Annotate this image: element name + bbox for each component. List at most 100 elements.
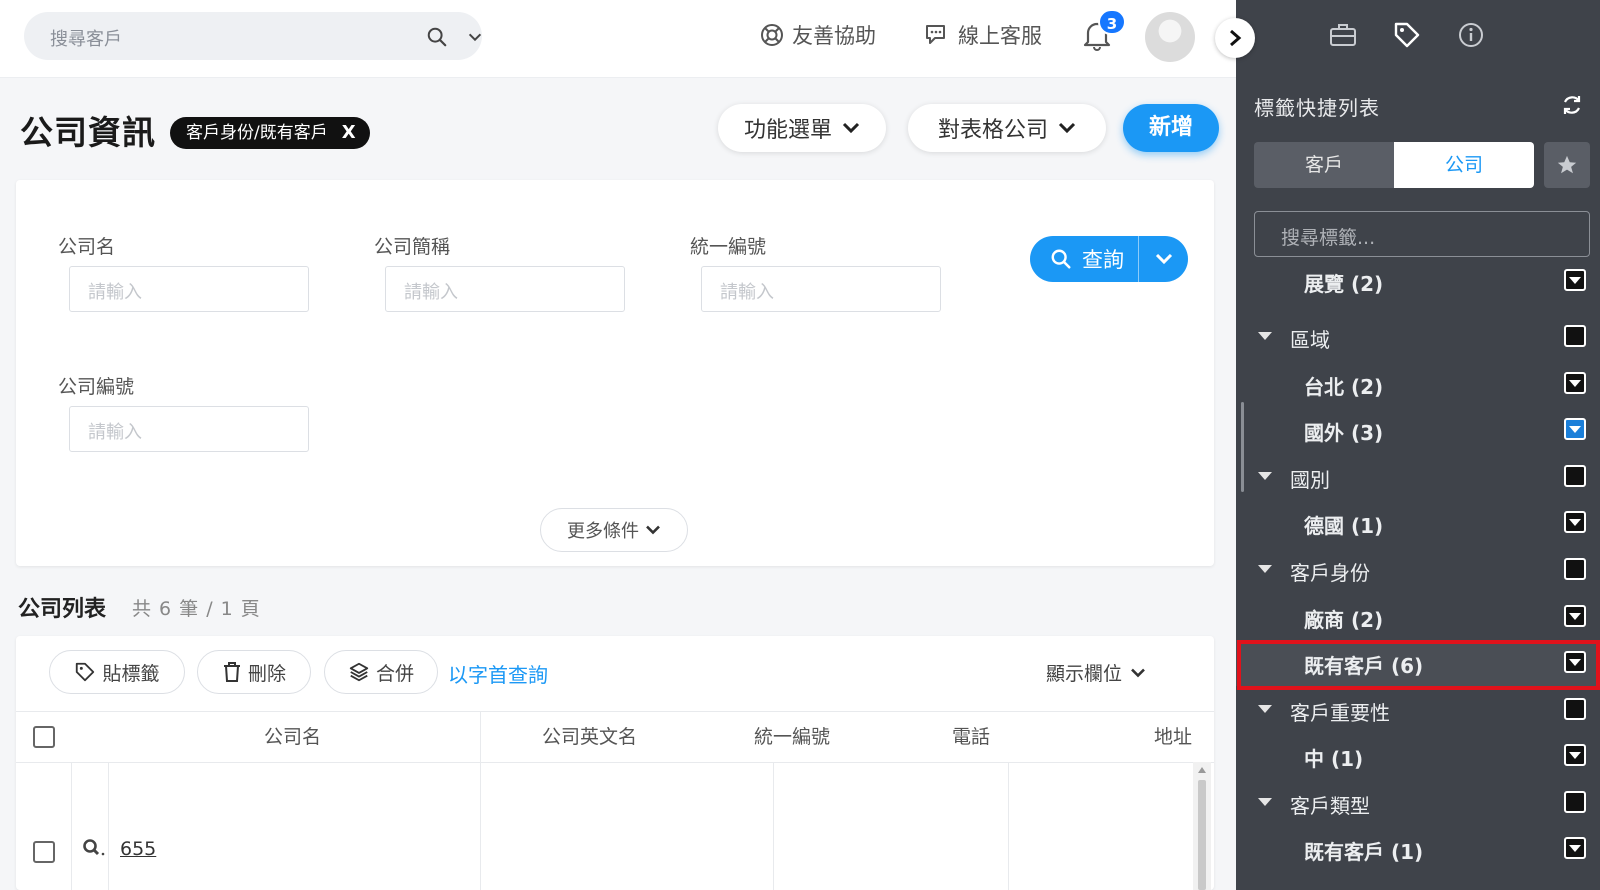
table-company-button[interactable]: 對表格公司 bbox=[908, 104, 1106, 152]
tag-label: 既有客戶 (6) bbox=[1304, 654, 1424, 678]
tag-category-customer-importance[interactable]: 客戶重要性 bbox=[1236, 687, 1600, 733]
caret-down-icon[interactable] bbox=[1258, 332, 1272, 340]
tag-label: 中 (1) bbox=[1304, 747, 1364, 771]
help-link[interactable]: 友善協助 bbox=[760, 20, 876, 50]
company-short-name-input[interactable]: 請輸入 bbox=[385, 266, 625, 312]
active-filter-chip[interactable]: 客戶身份/既有客戶 X bbox=[170, 117, 370, 149]
customer-search-placeholder: 搜尋客戶 bbox=[50, 29, 122, 50]
tag-icon[interactable] bbox=[1392, 20, 1422, 50]
table-header-bottom-divider bbox=[16, 762, 1214, 763]
tag-panel-scrollbar[interactable] bbox=[1241, 402, 1244, 492]
delete-button-label: 刪除 bbox=[247, 662, 286, 685]
column-header-english-name[interactable]: 公司英文名 bbox=[542, 722, 637, 749]
tag-category-label: 國別 bbox=[1290, 468, 1330, 492]
tag-category-country[interactable]: 國別 bbox=[1236, 454, 1600, 500]
tax-id-placeholder: 請輸入 bbox=[720, 282, 774, 303]
page-title: 公司資訊 bbox=[20, 113, 156, 152]
magnifier-icon[interactable] bbox=[82, 838, 106, 858]
caret-down-icon[interactable] bbox=[1258, 798, 1272, 806]
info-icon[interactable] bbox=[1456, 20, 1486, 50]
caret-down-icon[interactable] bbox=[1258, 472, 1272, 480]
column-header-tax-id[interactable]: 統一編號 bbox=[754, 722, 830, 749]
initial-query-link[interactable]: 以字首查詢 bbox=[448, 659, 548, 688]
avatar[interactable] bbox=[1145, 12, 1195, 62]
tag-category-customer-identity[interactable]: 客戶身份 bbox=[1236, 547, 1600, 593]
query-button[interactable]: 查詢 bbox=[1030, 244, 1138, 274]
chat-icon bbox=[926, 25, 945, 44]
delete-button[interactable]: 刪除 bbox=[197, 650, 311, 694]
column-header-address[interactable]: 地址 bbox=[1154, 722, 1192, 749]
company-name-input[interactable]: 請輸入 bbox=[69, 266, 309, 312]
collapse-panel-button[interactable] bbox=[1215, 18, 1255, 58]
tab-customer[interactable]: 客戶 bbox=[1254, 142, 1394, 188]
tag-checkbox[interactable] bbox=[1564, 372, 1586, 394]
tag-item-existing-customer[interactable]: 既有客戶 (6) bbox=[1236, 640, 1600, 686]
tag-category-checkbox[interactable] bbox=[1564, 791, 1586, 813]
tag-category-region[interactable]: 區域 bbox=[1236, 314, 1600, 360]
company-list-card bbox=[16, 636, 1214, 890]
tag-icon bbox=[76, 662, 95, 682]
company-number-label: 公司編號 bbox=[58, 376, 135, 398]
tag-checkbox[interactable] bbox=[1564, 651, 1586, 673]
filter-chip-close-icon[interactable]: X bbox=[342, 117, 356, 149]
tag-item-medium[interactable]: 中 (1) bbox=[1236, 733, 1600, 779]
more-conditions-button[interactable]: 更多條件 bbox=[540, 508, 688, 552]
company-number-input[interactable]: 請輸入 bbox=[69, 406, 309, 452]
tag-checkbox-checked[interactable] bbox=[1564, 418, 1586, 440]
show-columns-dropdown[interactable]: 顯示欄位 bbox=[1046, 659, 1146, 686]
tag-category-checkbox[interactable] bbox=[1564, 698, 1586, 720]
tag-item-overseas[interactable]: 國外 (3) bbox=[1236, 407, 1600, 453]
function-menu-button[interactable]: 功能選單 bbox=[718, 104, 886, 152]
tag-category-checkbox[interactable] bbox=[1564, 558, 1586, 580]
table-scrollbar[interactable] bbox=[1193, 762, 1211, 890]
query-options-dropdown[interactable] bbox=[1139, 252, 1188, 266]
search-icon[interactable] bbox=[426, 26, 448, 48]
tag-search-input[interactable]: 搜尋標籤... bbox=[1254, 211, 1590, 257]
tag-item-germany[interactable]: 德國 (1) bbox=[1236, 500, 1600, 546]
caret-down-icon[interactable] bbox=[1258, 565, 1272, 573]
tag-checkbox[interactable] bbox=[1564, 511, 1586, 533]
tab-company[interactable]: 公司 bbox=[1394, 142, 1534, 188]
tag-category-checkbox[interactable] bbox=[1564, 465, 1586, 487]
online-service-link[interactable]: 線上客服 bbox=[924, 20, 1042, 50]
tag-label: 台北 (2) bbox=[1304, 375, 1384, 399]
tag-button[interactable]: 貼標籤 bbox=[49, 650, 185, 694]
chevron-right-icon bbox=[1230, 29, 1242, 47]
refresh-icon[interactable] bbox=[1560, 93, 1584, 117]
column-header-phone[interactable]: 電話 bbox=[952, 722, 990, 749]
filter-chip-label: 客戶身份/既有客戶 bbox=[186, 123, 328, 143]
tag-category-checkbox[interactable] bbox=[1564, 325, 1586, 347]
table-scrollbar-thumb[interactable] bbox=[1198, 780, 1206, 890]
tag-checkbox[interactable] bbox=[1564, 605, 1586, 627]
customer-search-box[interactable]: 搜尋客戶 bbox=[24, 12, 482, 60]
scroll-up-icon[interactable] bbox=[1197, 766, 1207, 774]
more-conditions-label: 更多條件 bbox=[567, 521, 639, 542]
briefcase-icon[interactable] bbox=[1328, 20, 1358, 50]
row-checkbox[interactable] bbox=[33, 841, 55, 863]
caret-down-icon[interactable] bbox=[1258, 705, 1272, 713]
query-button-group: 查詢 bbox=[1030, 236, 1188, 282]
list-count: 共 6 筆 / 1 頁 bbox=[132, 598, 261, 620]
merge-button[interactable]: 合併 bbox=[324, 650, 438, 694]
company-name-link[interactable]: 655 bbox=[120, 838, 156, 860]
tag-item-vendor[interactable]: 廠商 (2) bbox=[1236, 594, 1600, 640]
tag-category-label: 客戶身份 bbox=[1290, 561, 1370, 585]
show-columns-label: 顯示欄位 bbox=[1046, 663, 1123, 685]
tag-category-customer-type[interactable]: 客戶類型 bbox=[1236, 780, 1600, 826]
tag-label: 展覽 (2) bbox=[1304, 272, 1384, 296]
tag-checkbox[interactable] bbox=[1564, 744, 1586, 766]
column-header-company-name[interactable]: 公司名 bbox=[264, 722, 321, 749]
tag-item-taipei[interactable]: 台北 (2) bbox=[1236, 361, 1600, 407]
company-short-name-label: 公司簡稱 bbox=[374, 236, 451, 258]
tag-checkbox[interactable] bbox=[1564, 269, 1586, 291]
chevron-down-icon[interactable] bbox=[466, 28, 484, 46]
tag-item-existing-customer-type[interactable]: 既有客戶 (1) bbox=[1236, 826, 1600, 872]
select-all-checkbox[interactable] bbox=[33, 726, 55, 748]
new-button[interactable]: 新增 bbox=[1123, 104, 1219, 152]
tag-checkbox[interactable] bbox=[1564, 837, 1586, 859]
tax-id-input[interactable]: 請輸入 bbox=[701, 266, 941, 312]
tag-item-exhibition[interactable]: 展覽 (2) bbox=[1236, 264, 1600, 304]
tag-panel-title: 標籤快捷列表 bbox=[1254, 96, 1380, 120]
favorite-tags-button[interactable] bbox=[1544, 142, 1590, 188]
online-service-label: 線上客服 bbox=[958, 24, 1042, 48]
